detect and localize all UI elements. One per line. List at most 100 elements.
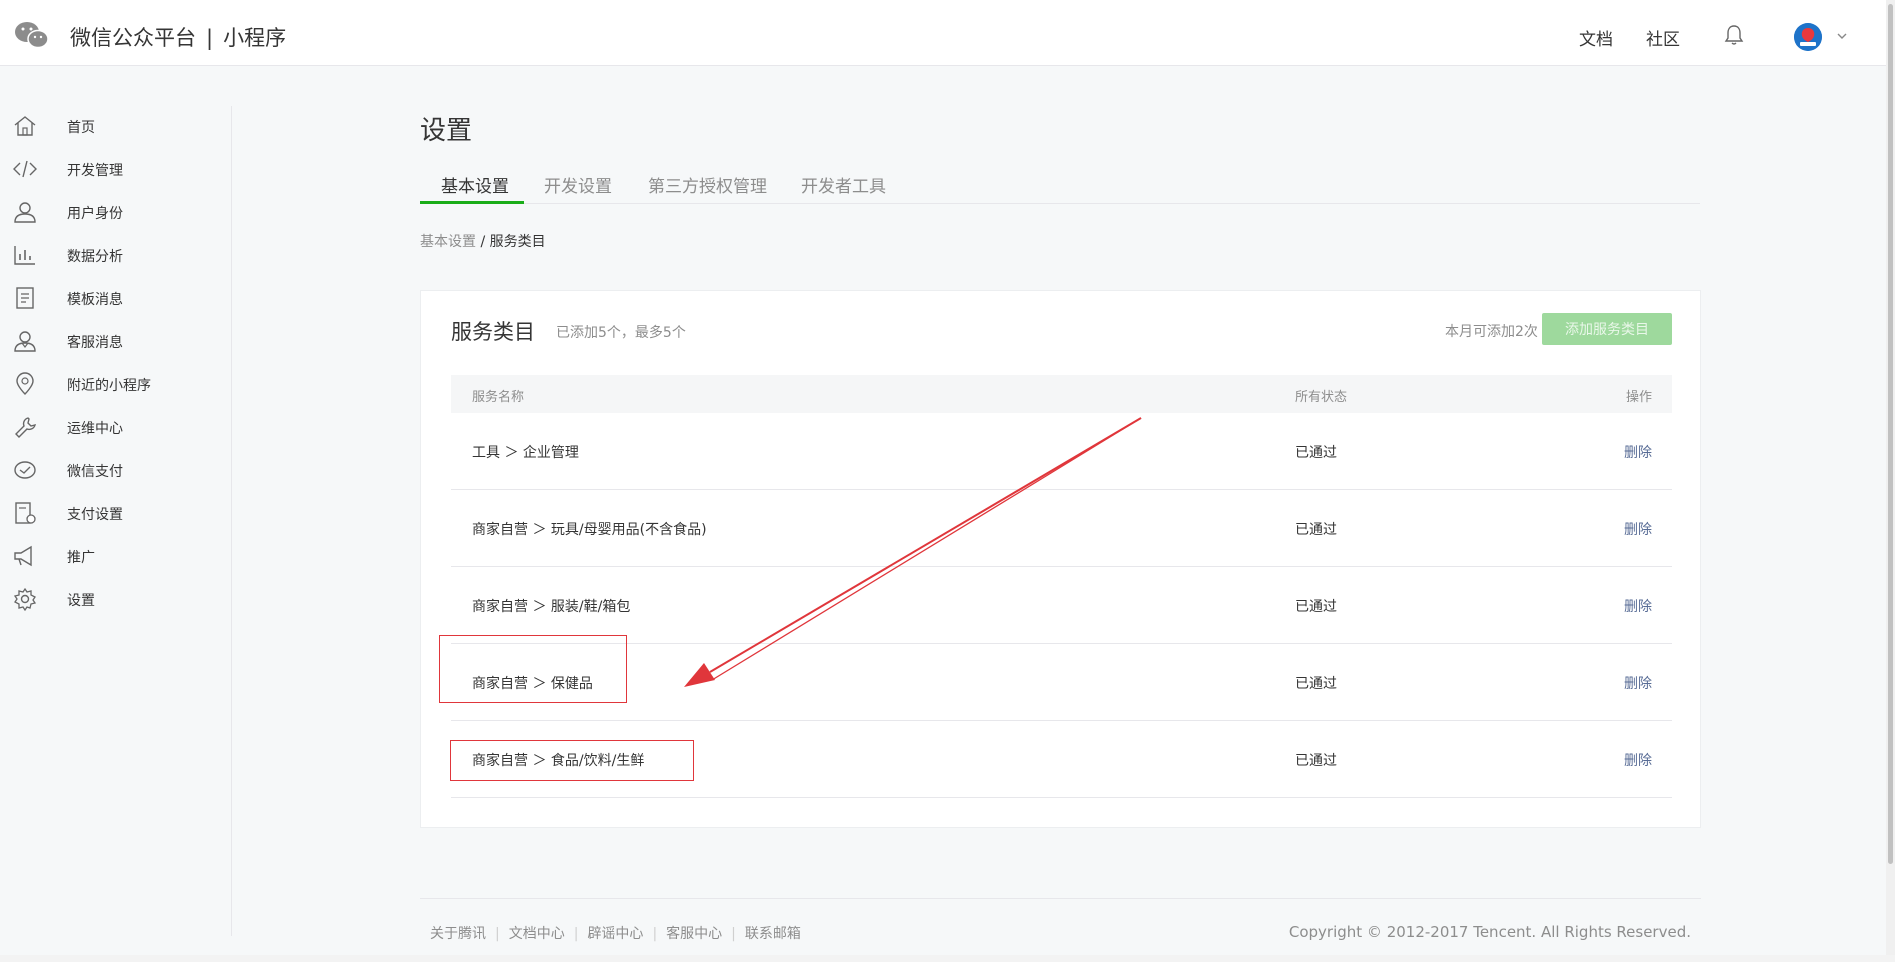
sidebar-item-home[interactable]: 首页 [0,106,231,146]
scrollbar-thumb[interactable] [1888,4,1893,864]
sidebar-item-label: 支付设置 [67,507,123,523]
brand-divider: | [206,26,214,50]
status-badge: 已通过 [1295,676,1337,692]
home-icon [14,116,36,136]
footer-link-email[interactable]: 联系邮箱 [745,926,801,942]
column-header-status[interactable]: 所有状态 [1295,386,1347,405]
sidebar-item-customer-service[interactable]: 客服消息 [0,321,231,361]
sidebar-item-settings[interactable]: 设置 [0,579,231,619]
footer-link-rumor[interactable]: 辟谣中心 [587,926,643,942]
browser-status-bar [0,955,1895,962]
sidebar-item-label: 模板消息 [67,292,123,308]
active-tab-indicator [420,201,524,204]
sidebar-item-label: 运维中心 [67,421,123,437]
sidebar-item-label: 数据分析 [67,249,123,265]
breadcrumb: 基本设置 / 服务类目 [420,231,546,251]
chevron-down-icon[interactable] [1836,30,1848,42]
sidebar-item-label: 附近的小程序 [67,378,151,394]
breadcrumb-current: 服务类目 [489,234,546,250]
card-title: 服务类目 [451,320,535,344]
delete-link[interactable]: 删除 [1624,596,1652,616]
category-name: 商家自营 ＞ 服装/鞋/箱包 [472,599,631,615]
wrench-icon [15,417,36,438]
sidebar-item-template-messages[interactable]: 模板消息 [0,278,231,318]
community-link[interactable]: 社区 [1646,25,1680,50]
sidebar-item-label: 设置 [67,593,95,609]
table-header: 服务名称 所有状态 操作 [451,375,1672,413]
settings-tabs: 基本设置 开发设置 第三方授权管理 开发者工具 [420,168,1700,204]
sidebar-item-ops-center[interactable]: 运维中心 [0,407,231,447]
table-row: 商家自营 ＞ 保健品 已通过 删除 [451,644,1672,721]
column-header-action: 操作 [1625,390,1652,405]
sidebar-item-dev-management[interactable]: 开发管理 [0,149,231,189]
megaphone-icon [14,545,32,567]
footer-link-service[interactable]: 客服中心 [666,926,722,942]
gear-icon [13,587,37,611]
status-badge: 已通过 [1295,445,1337,461]
table-row: 商家自营 ＞ 玩具/母婴用品(不含食品) 已通过 删除 [451,490,1672,567]
sidebar-item-nearby-miniprogram[interactable]: 附近的小程序 [0,364,231,404]
delete-link[interactable]: 删除 [1624,673,1652,693]
footer-divider: | [573,926,579,942]
sidebar-item-label: 开发管理 [67,163,123,179]
copyright-text: Copyright © 2012-2017 Tencent. All Right… [1288,923,1691,941]
footer-divider: | [495,926,500,942]
add-category-button[interactable]: 添加服务类目 [1542,313,1672,345]
page-title: 设置 [420,116,473,146]
sidebar-item-data-analysis[interactable]: 数据分析 [0,235,231,275]
location-icon [16,372,34,395]
column-header-name: 服务名称 [472,390,525,405]
pay-icon [14,461,36,479]
delete-link[interactable]: 删除 [1624,750,1652,770]
table-row: 工具 ＞ 企业管理 已通过 删除 [451,413,1672,490]
category-name: 商家自营 ＞ 玩具/母婴用品(不含食品) [472,522,707,538]
support-icon [14,331,36,352]
pay-settings-icon [15,502,36,524]
platform-brand[interactable]: 微信公众平台 | 小程序 [70,22,286,52]
page-footer: 关于腾讯 | 文档中心 | 辟谣中心 | 客服中心 | 联系邮箱 Copyright © 201… [420,898,1701,958]
footer-divider: | [652,926,658,942]
top-header: 微信公众平台 | 小程序 文档 社区 [0,0,1890,66]
tab-dev-settings[interactable]: 开发设置 [544,172,612,197]
avatar[interactable] [1794,23,1822,51]
user-icon [14,202,36,223]
breadcrumb-parent[interactable]: 基本设置 [420,234,476,250]
footer-link-about[interactable]: 关于腾讯 [430,926,486,942]
sidebar-item-pay-settings[interactable]: 支付设置 [0,493,231,533]
footer-links: 关于腾讯 | 文档中心 | 辟谣中心 | 客服中心 | 联系邮箱 [430,923,801,943]
footer-link-docs[interactable]: 文档中心 [509,926,565,942]
brand-subtitle: 小程序 [223,26,287,50]
sidebar-item-wechat-pay[interactable]: 微信支付 [0,450,231,490]
highlight-box-health-products [439,635,627,703]
sidebar-item-user-identity[interactable]: 用户身份 [0,192,231,232]
breadcrumb-separator: / [480,234,486,250]
tab-basic-settings[interactable]: 基本设置 [441,172,509,197]
sidebar-item-label: 推广 [67,550,95,566]
sidebar-item-label: 客服消息 [67,335,123,351]
brand-name: 微信公众平台 [70,26,196,50]
status-badge: 已通过 [1295,753,1337,769]
sidebar-item-label: 首页 [67,120,95,136]
avatar-image-icon [1794,23,1822,51]
sidebar: 首页 开发管理 用户身份 数据分析 模板消息 客服消息 附近的小程序 运维中心 … [0,106,232,936]
tab-third-party-auth[interactable]: 第三方授权管理 [648,172,767,197]
chart-icon [14,246,35,265]
document-icon [16,287,34,309]
page-scrollbar[interactable] [1886,0,1895,962]
code-icon [13,160,37,178]
sidebar-item-label: 微信支付 [67,464,123,480]
wechat-logo-icon[interactable] [14,20,50,50]
status-badge: 已通过 [1295,522,1337,538]
delete-link[interactable]: 删除 [1624,519,1652,539]
table-row: 商家自营 ＞ 服装/鞋/箱包 已通过 删除 [451,567,1672,644]
bell-icon[interactable] [1724,24,1744,46]
sidebar-item-label: 用户身份 [67,206,123,222]
docs-link[interactable]: 文档 [1579,25,1613,50]
sidebar-item-promotion[interactable]: 推广 [0,536,231,576]
tab-developer-tools[interactable]: 开发者工具 [801,172,886,197]
category-count-note: 已添加5个，最多5个 [556,325,686,341]
footer-divider: | [731,926,736,942]
monthly-quota-note: 本月可添加2次 [1445,324,1538,340]
delete-link[interactable]: 删除 [1624,442,1652,462]
category-name: 工具 ＞ 企业管理 [472,445,579,461]
